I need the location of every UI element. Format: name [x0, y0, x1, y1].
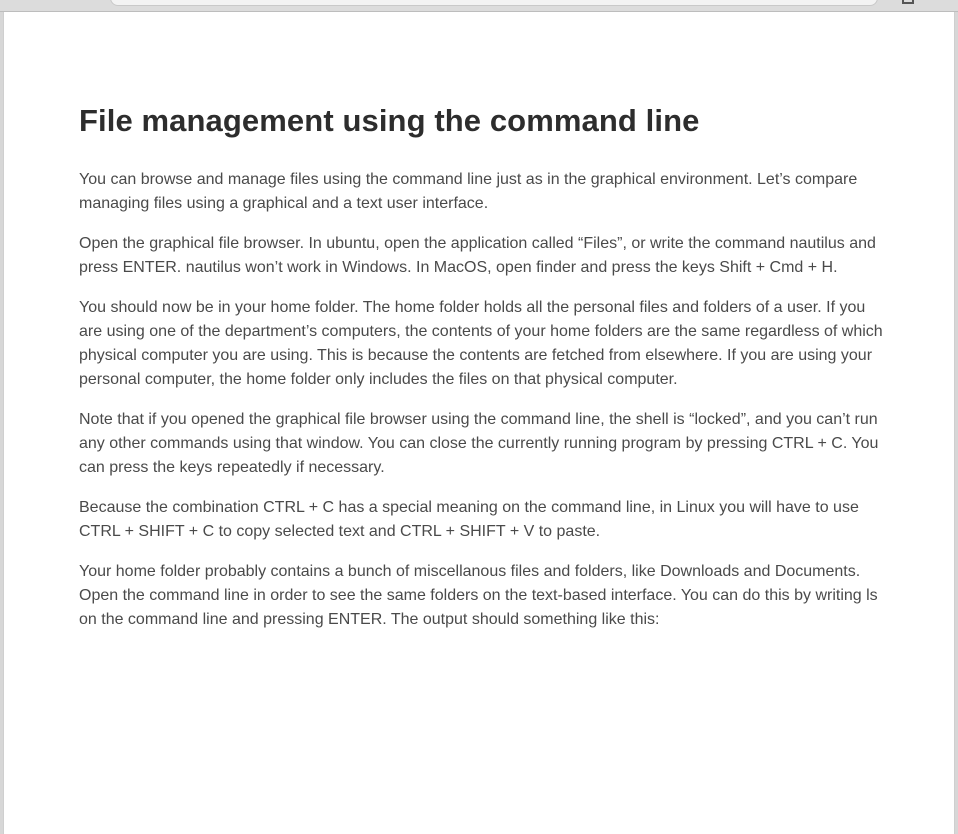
toolbar-icon[interactable] — [902, 0, 914, 4]
paragraph-ls-command: Your home folder probably contains a bun… — [79, 563, 878, 628]
paragraph-copy-paste: Because the combination CTRL + C has a s… — [79, 499, 859, 540]
browser-window: File management using the command line Y… — [0, 0, 958, 834]
page-title: File management using the command line — [79, 103, 700, 138]
paragraph-locked-shell: Note that if you opened the graphical fi… — [79, 411, 879, 476]
address-bar[interactable] — [110, 0, 878, 6]
page-content: File management using the command line Y… — [3, 12, 955, 834]
article: File management using the command line Y… — [79, 102, 885, 648]
browser-toolbar — [0, 0, 958, 12]
paragraph-home-folder: You should now be in your home folder. T… — [79, 299, 883, 388]
paragraph-intro: You can browse and manage files using th… — [79, 171, 858, 212]
paragraph-file-browser: Open the graphical file browser. In ubun… — [79, 235, 876, 276]
